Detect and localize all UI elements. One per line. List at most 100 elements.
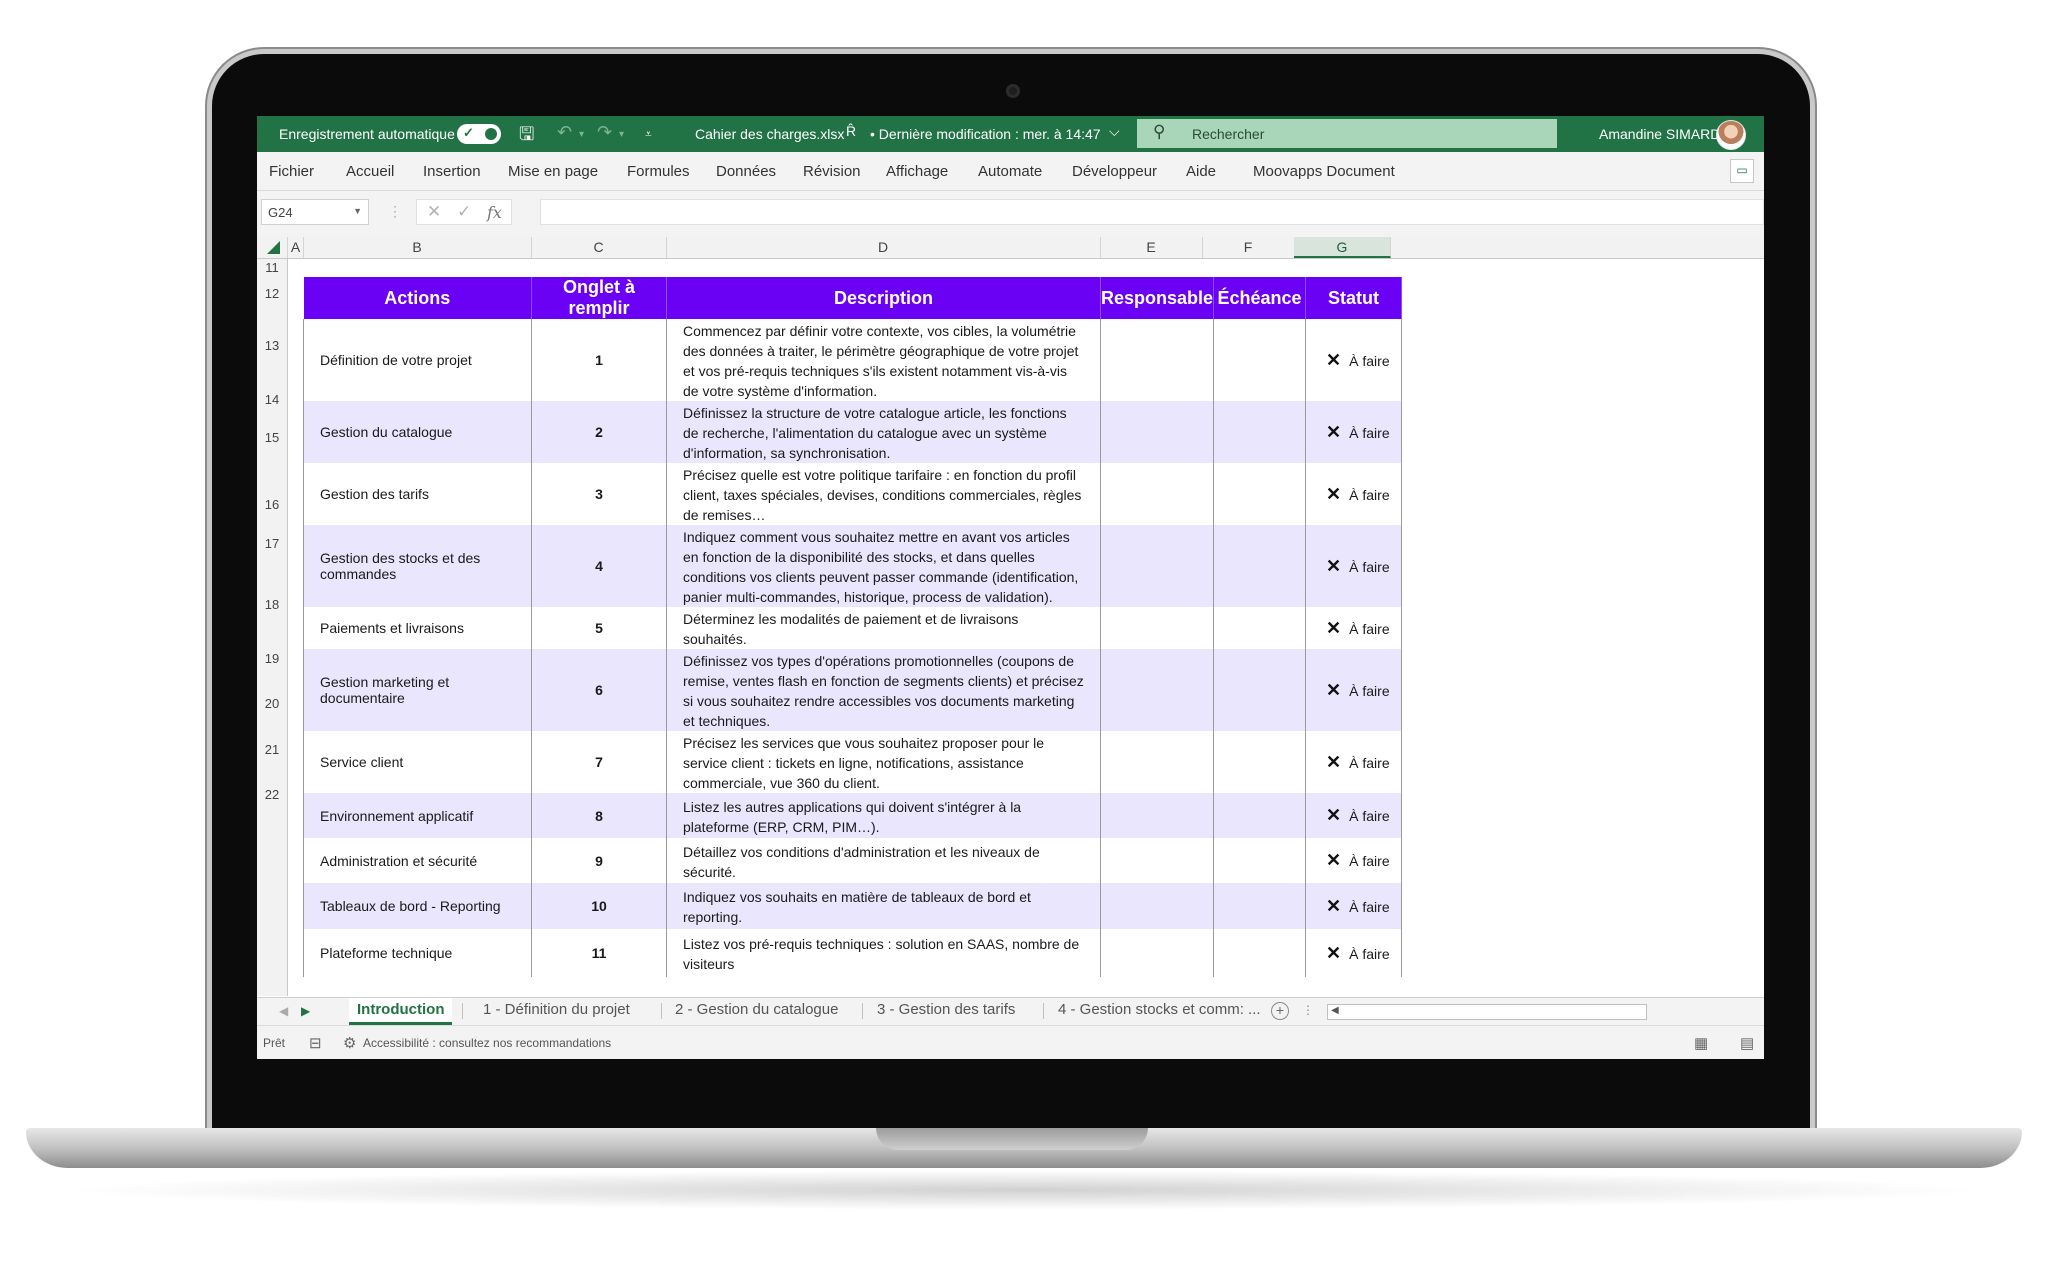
cell-responsable[interactable] xyxy=(1099,883,1215,929)
menu-fichier[interactable]: Fichier xyxy=(269,163,314,180)
cell-statut[interactable]: ✕ À faire xyxy=(1305,607,1403,649)
cell-responsable[interactable] xyxy=(1099,525,1215,607)
cell-echeance[interactable] xyxy=(1213,793,1307,838)
fx-icon[interactable]: fx xyxy=(487,203,502,222)
cell-action[interactable]: Définition de votre projet xyxy=(303,319,532,401)
cell-onglet[interactable]: 8 xyxy=(531,793,667,838)
search-box[interactable]: ⚲ Rechercher xyxy=(1137,119,1557,148)
cell-action[interactable]: Service client xyxy=(303,731,532,793)
cell-statut[interactable]: ✕ À faire xyxy=(1305,649,1403,731)
header-responsable[interactable]: Responsable xyxy=(1100,277,1215,319)
tab-gestion-catalogue[interactable]: 2 - Gestion du catalogue xyxy=(667,998,846,1022)
macro-icon[interactable]: ⊟ xyxy=(309,1034,322,1052)
column-header-d[interactable]: D xyxy=(666,237,1101,258)
cell-echeance[interactable] xyxy=(1213,929,1307,977)
cell-onglet[interactable]: 5 xyxy=(531,607,667,649)
user-name[interactable]: Amandine SIMARD xyxy=(1599,126,1720,142)
add-sheet-button[interactable]: + xyxy=(1271,1002,1289,1020)
cell-onglet[interactable]: 10 xyxy=(531,883,667,929)
row-header[interactable]: 17 xyxy=(257,536,287,551)
cell-echeance[interactable] xyxy=(1213,731,1307,793)
menu-affichage[interactable]: Affichage xyxy=(886,163,948,180)
menu-moovapps-document[interactable]: Moovapps Document xyxy=(1253,163,1395,180)
cell-onglet[interactable]: 4 xyxy=(531,525,667,607)
row-header[interactable]: 21 xyxy=(257,742,287,757)
customize-toolbar-icon[interactable]: ⩡ xyxy=(645,127,652,142)
row-header[interactable]: 18 xyxy=(257,597,287,612)
cell-action[interactable]: Gestion marketing et documentaire xyxy=(303,649,532,731)
cancel-icon[interactable]: ✕ xyxy=(427,202,441,222)
cell-description[interactable]: Précisez les services que vous souhaitez… xyxy=(666,731,1101,793)
scroll-left-icon[interactable]: ◀ xyxy=(1331,1005,1339,1016)
row-header[interactable]: 16 xyxy=(257,497,287,512)
cell-statut[interactable]: ✕ À faire xyxy=(1305,793,1403,838)
menu-revision[interactable]: Révision xyxy=(803,163,861,180)
cell-echeance[interactable] xyxy=(1213,607,1307,649)
cell-responsable[interactable] xyxy=(1099,607,1215,649)
row-header[interactable]: 11 xyxy=(257,260,287,275)
cell-responsable[interactable] xyxy=(1099,649,1215,731)
cell-description[interactable]: Listez les autres applications qui doive… xyxy=(666,793,1101,838)
menu-aide[interactable]: Aide xyxy=(1186,163,1216,180)
cell-action[interactable]: Gestion des tarifs xyxy=(303,463,532,525)
normal-view-icon[interactable]: ▦ xyxy=(1694,1034,1708,1052)
cell-onglet[interactable]: 2 xyxy=(531,401,667,463)
cell-action[interactable]: Administration et sécurité xyxy=(303,838,532,883)
cell-responsable[interactable] xyxy=(1099,929,1215,977)
cell-description[interactable]: Indiquez vos souhaits en matière de tabl… xyxy=(666,883,1101,929)
header-onglet[interactable]: Onglet à remplir xyxy=(531,277,667,319)
cell-statut[interactable]: ✕ À faire xyxy=(1305,525,1403,607)
row-header[interactable]: 15 xyxy=(257,430,287,445)
header-echeance[interactable]: Échéance xyxy=(1213,277,1307,319)
file-name[interactable]: Cahier des charges.xlsx xyxy=(695,126,844,142)
column-header-b[interactable]: B xyxy=(303,237,532,258)
cell-onglet[interactable]: 1 xyxy=(531,319,667,401)
cell-description[interactable]: Précisez quelle est votre politique tari… xyxy=(666,463,1101,525)
cell-action[interactable]: Environnement applicatif xyxy=(303,793,532,838)
menu-formules[interactable]: Formules xyxy=(627,163,690,180)
row-header[interactable]: 12 xyxy=(257,286,287,301)
tab-gestion-stocks[interactable]: 4 - Gestion stocks et comm: ... xyxy=(1050,998,1269,1022)
accessibility-status[interactable]: Accessibilité : consultez nos recommanda… xyxy=(363,1036,611,1050)
formula-input[interactable] xyxy=(540,199,1764,225)
undo-dropdown-icon[interactable]: ▾ xyxy=(579,129,584,140)
cell-action[interactable]: Gestion des stocks et des commandes xyxy=(303,525,532,607)
menu-accueil[interactable]: Accueil xyxy=(346,163,394,180)
menu-automate[interactable]: Automate xyxy=(978,163,1042,180)
column-header-a[interactable]: A xyxy=(288,237,304,258)
menu-mise-en-page[interactable]: Mise en page xyxy=(508,163,598,180)
name-box[interactable]: G24 ▼ xyxy=(261,199,369,225)
row-header[interactable]: 22 xyxy=(257,787,287,802)
cell-responsable[interactable] xyxy=(1099,319,1215,401)
column-header-e[interactable]: E xyxy=(1100,237,1203,258)
cell-description[interactable]: Détaillez vos conditions d'administratio… xyxy=(666,838,1101,883)
cell-echeance[interactable] xyxy=(1213,401,1307,463)
select-all-corner[interactable] xyxy=(257,237,288,258)
cell-onglet[interactable]: 9 xyxy=(531,838,667,883)
cell-description[interactable]: Définissez vos types d'opérations promot… xyxy=(666,649,1101,731)
accessibility-icon[interactable]: ⚙ xyxy=(343,1034,356,1052)
cell-echeance[interactable] xyxy=(1213,838,1307,883)
header-statut[interactable]: Statut xyxy=(1305,277,1403,319)
tab-gestion-tarifs[interactable]: 3 - Gestion des tarifs xyxy=(869,998,1023,1022)
cell-responsable[interactable] xyxy=(1099,731,1215,793)
column-header-f[interactable]: F xyxy=(1202,237,1295,258)
cell-description[interactable]: Commencez par définir votre contexte, vo… xyxy=(666,319,1101,401)
cell-action[interactable]: Gestion du catalogue xyxy=(303,401,532,463)
tab-definition-projet[interactable]: 1 - Définition du projet xyxy=(475,998,638,1022)
cell-onglet[interactable]: 11 xyxy=(531,929,667,977)
cell-onglet[interactable]: 7 xyxy=(531,731,667,793)
cell-onglet[interactable]: 3 xyxy=(531,463,667,525)
cell-echeance[interactable] xyxy=(1213,883,1307,929)
undo-icon[interactable]: ↶ xyxy=(557,122,572,143)
cell-onglet[interactable]: 6 xyxy=(531,649,667,731)
row-header[interactable]: 13 xyxy=(257,338,287,353)
header-description[interactable]: Description xyxy=(666,277,1101,319)
row-header[interactable]: 14 xyxy=(257,392,287,407)
cell-description[interactable]: Déterminez les modalités de paiement et … xyxy=(666,607,1101,649)
cell-responsable[interactable] xyxy=(1099,463,1215,525)
menu-donnees[interactable]: Données xyxy=(716,163,776,180)
menu-insertion[interactable]: Insertion xyxy=(423,163,481,180)
cell-statut[interactable]: ✕ À faire xyxy=(1305,883,1403,929)
cell-echeance[interactable] xyxy=(1213,463,1307,525)
